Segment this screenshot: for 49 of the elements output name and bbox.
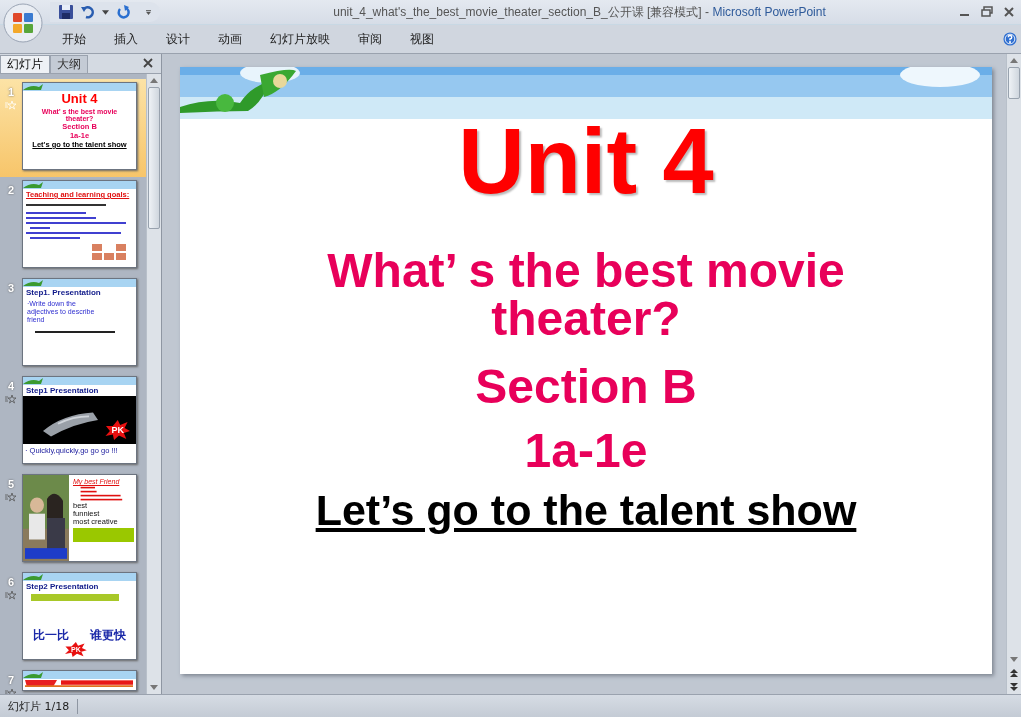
caption-box xyxy=(73,528,134,542)
slide-number: 3 xyxy=(7,282,15,294)
section-label: Section B xyxy=(475,363,697,411)
scroll-thumb[interactable] xyxy=(148,87,160,229)
ribbon-tab[interactable]: 动画 xyxy=(204,28,256,50)
scroll-down-icon[interactable] xyxy=(150,685,158,690)
slide-number: 7 xyxy=(7,674,15,686)
scroll-down-icon[interactable] xyxy=(1010,657,1018,662)
customize-toolbar-icon[interactable] xyxy=(145,9,152,15)
scroll-thumb[interactable] xyxy=(1008,67,1020,99)
help-icon[interactable] xyxy=(1003,32,1017,46)
redo-icon[interactable] xyxy=(115,4,131,20)
thumbnail-title: Unit 4 xyxy=(61,92,98,105)
pane-tab[interactable]: 幻灯片 xyxy=(0,55,50,73)
next-slide-icon[interactable] xyxy=(1010,683,1018,691)
dropdown-caret-icon[interactable] xyxy=(102,9,109,15)
ribbon-tab[interactable]: 幻灯片放映 xyxy=(256,28,344,50)
slide-subtitle: What’ s the best movie theater? xyxy=(326,247,846,343)
thumbnail-title: Step1. Presentation xyxy=(26,288,102,297)
slide-counter: 幻灯片 1/18 xyxy=(0,698,79,714)
window-title: unit_4_what's_the_best_movie_theater_section_B_公开课 [兼容模式] - Microsoft PowerPoint xyxy=(332,3,827,21)
ribbon-tab[interactable]: 开始 xyxy=(48,28,100,50)
thumbnail-text: 谁更快 xyxy=(89,627,126,644)
pane-tab[interactable]: 大纲 xyxy=(50,55,88,73)
slide-title: Unit 4 xyxy=(458,115,714,207)
ribbon-tab[interactable]: 视图 xyxy=(396,28,448,50)
undo-icon[interactable] xyxy=(80,4,96,20)
slide-tagline: Let’s go to the talent show xyxy=(315,485,857,535)
previous-slide-icon[interactable] xyxy=(1010,669,1018,677)
scrollbar[interactable] xyxy=(146,74,161,694)
slide-number: 6 xyxy=(7,576,15,588)
ribbon-tab[interactable]: 审阅 xyxy=(344,28,396,50)
slide-number: 4 xyxy=(7,380,15,392)
save-icon[interactable] xyxy=(58,4,74,20)
close-icon[interactable] xyxy=(143,58,153,68)
scroll-up-icon[interactable] xyxy=(150,78,158,83)
scrollbar[interactable] xyxy=(1006,54,1021,694)
slide-number: 2 xyxy=(7,184,15,196)
scroll-up-icon[interactable] xyxy=(1010,58,1018,63)
ribbon-tab[interactable]: 设计 xyxy=(152,28,204,50)
restore-icon[interactable] xyxy=(981,6,993,18)
slide-number: 5 xyxy=(7,478,15,490)
ribbon-tab[interactable]: 插入 xyxy=(100,28,152,50)
lesson-parts: 1a-1e xyxy=(524,427,648,475)
slide-number: 1 xyxy=(7,86,15,98)
close-icon[interactable] xyxy=(1003,6,1015,18)
thumbnail-title: Step1 Presentation xyxy=(26,386,100,395)
thumbnail-text: 比一比 xyxy=(33,627,70,644)
thumbnail-title: Step2 Presentation xyxy=(26,582,100,591)
